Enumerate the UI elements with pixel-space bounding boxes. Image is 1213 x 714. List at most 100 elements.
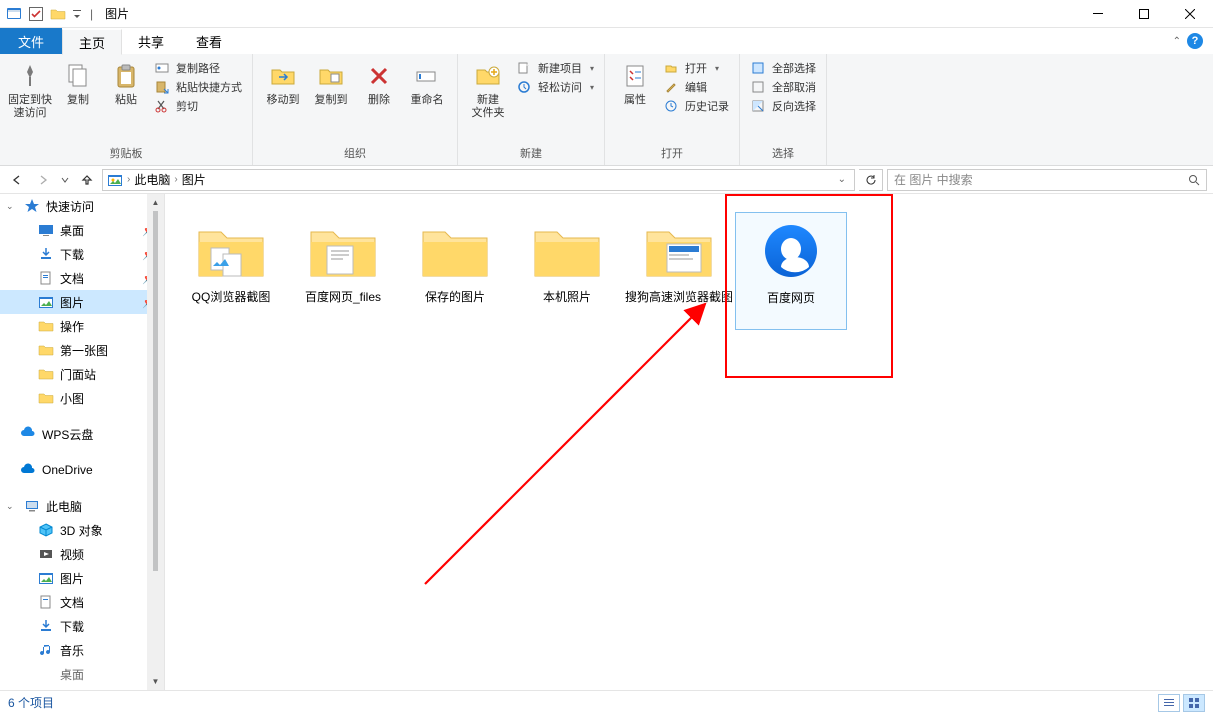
nav-downloads[interactable]: 下载📌 (0, 242, 164, 266)
maximize-button[interactable] (1121, 0, 1167, 28)
folder-icon (191, 218, 271, 288)
select-all-button[interactable]: 全部选择 (750, 60, 816, 76)
ribbon-group-select: 全部选择 全部取消 反向选择 选择 (740, 54, 827, 165)
up-button[interactable] (76, 169, 98, 191)
folder-item[interactable]: 搜狗高速浏览器截图 (623, 212, 735, 330)
copy-button[interactable]: 复制 (54, 58, 102, 109)
easy-access-button[interactable]: 轻松访问▾ (516, 79, 594, 95)
nav-3d-objects[interactable]: 3D 对象 (0, 518, 164, 542)
refresh-button[interactable] (859, 169, 883, 191)
folder-item[interactable]: 保存的图片 (399, 212, 511, 330)
quick-access-toolbar: | 图片 (0, 5, 135, 22)
paste-shortcut-button[interactable]: 粘贴快捷方式 (154, 79, 242, 95)
view-icons-button[interactable] (1183, 694, 1205, 712)
nav-downloads-pc[interactable]: 下载 (0, 614, 164, 638)
nav-desktop-pc[interactable]: 桌面 (0, 662, 164, 686)
folder-icon (303, 218, 383, 288)
tab-file[interactable]: 文件 (0, 28, 62, 54)
ribbon-group-label: 新建 (464, 143, 598, 163)
search-placeholder: 在 图片 中搜索 (894, 171, 973, 188)
folder-icon (527, 218, 607, 288)
folder-item[interactable]: 本机照片 (511, 212, 623, 330)
minimize-button[interactable] (1075, 0, 1121, 28)
nav-folder-xiaotu[interactable]: 小图 (0, 386, 164, 410)
navigation-pane: ⌄ 快速访问 桌面📌 下载📌 文档📌 图片📌 操作 第一张图 门面站 小图 WP… (0, 194, 165, 690)
forward-button[interactable] (32, 169, 54, 191)
ribbon-group-label: 组织 (259, 143, 451, 163)
item-grid: QQ浏览器截图 百度网页_files 保存的图片 本机照片 (175, 212, 1203, 330)
ribbon-group-label: 打开 (611, 143, 733, 163)
view-details-button[interactable] (1158, 694, 1180, 712)
nav-quick-access[interactable]: ⌄ 快速访问 (0, 194, 164, 218)
nav-folder-caozuo[interactable]: 操作 (0, 314, 164, 338)
nav-desktop[interactable]: 桌面📌 (0, 218, 164, 242)
crumb-pictures[interactable]: 图片 (182, 171, 206, 188)
qa-dropdown-icon[interactable] (72, 6, 82, 22)
folder-item[interactable]: QQ浏览器截图 (175, 212, 287, 330)
search-box[interactable]: 在 图片 中搜索 (887, 169, 1207, 191)
open-button[interactable]: 打开▾ (663, 60, 729, 76)
nav-documents-pc[interactable]: 文档 (0, 590, 164, 614)
address-dropdown-icon[interactable]: ⌄ (834, 174, 850, 185)
main-area: ⌄ 快速访问 桌面📌 下载📌 文档📌 图片📌 操作 第一张图 门面站 小图 WP… (0, 194, 1213, 690)
nav-documents[interactable]: 文档📌 (0, 266, 164, 290)
cut-button[interactable]: 剪切 (154, 98, 242, 114)
nav-folder-diyizhangtu[interactable]: 第一张图 (0, 338, 164, 362)
select-none-button[interactable]: 全部取消 (750, 79, 816, 95)
copy-path-button[interactable]: 复制路径 (154, 60, 242, 76)
delete-button[interactable]: 删除 (355, 58, 403, 109)
tab-view[interactable]: 查看 (180, 28, 238, 54)
nav-music[interactable]: 音乐 (0, 638, 164, 662)
properties-button[interactable]: 属性 (611, 58, 659, 109)
new-item-button[interactable]: 新建项目▾ (516, 60, 594, 76)
nav-scrollbar[interactable]: ▲ ▼ (147, 194, 164, 690)
ribbon-group-label: 剪贴板 (6, 143, 246, 163)
history-button[interactable]: 历史记录 (663, 98, 729, 114)
nav-videos[interactable]: 视频 (0, 542, 164, 566)
folder-tab-icon (50, 6, 66, 22)
html-file-item[interactable]: 百度网页 (735, 212, 847, 330)
ribbon-group-label: 选择 (746, 143, 820, 163)
ribbon: 固定到快 速访问 复制 粘贴 复制路径 粘贴快捷方式 剪切 剪贴板 移动到 (0, 54, 1213, 166)
nav-onedrive[interactable]: OneDrive (0, 458, 164, 482)
status-text: 6 个项目 (8, 694, 54, 711)
ribbon-group-open: 属性 打开▾ 编辑 历史记录 打开 (605, 54, 740, 165)
new-folder-button[interactable]: 新建 文件夹 (464, 58, 512, 122)
content-pane[interactable]: QQ浏览器截图 百度网页_files 保存的图片 本机照片 (165, 194, 1213, 690)
rename-button[interactable]: 重命名 (403, 58, 451, 109)
search-icon[interactable] (1188, 174, 1200, 186)
address-bar: › 此电脑 › 图片 ⌄ 在 图片 中搜索 (0, 166, 1213, 194)
ribbon-collapse-icon[interactable]: ⌃ (1173, 36, 1181, 47)
pin-quick-access-button[interactable]: 固定到快 速访问 (6, 58, 54, 122)
crumb-this-pc[interactable]: 此电脑 (134, 171, 170, 188)
qa-checkbox-icon[interactable] (28, 6, 44, 22)
nav-wps[interactable]: WPS云盘 (0, 422, 164, 446)
move-to-button[interactable]: 移动到 (259, 58, 307, 109)
back-button[interactable] (6, 169, 28, 191)
close-button[interactable] (1167, 0, 1213, 28)
breadcrumb-bar[interactable]: › 此电脑 › 图片 ⌄ (102, 169, 855, 191)
folder-item[interactable]: 百度网页_files (287, 212, 399, 330)
help-icon[interactable]: ? (1187, 33, 1203, 49)
edit-button[interactable]: 编辑 (663, 79, 729, 95)
recent-dropdown[interactable] (58, 169, 72, 191)
window-title: 图片 (105, 5, 129, 22)
nav-pictures[interactable]: 图片📌 (0, 290, 164, 314)
tab-home[interactable]: 主页 (62, 29, 122, 55)
tab-share[interactable]: 共享 (122, 28, 180, 54)
copy-to-button[interactable]: 复制到 (307, 58, 355, 109)
qqbrowser-html-icon (751, 219, 831, 289)
ribbon-group-new: 新建 文件夹 新建项目▾ 轻松访问▾ 新建 (458, 54, 605, 165)
ribbon-group-organize: 移动到 复制到 删除 重命名 组织 (253, 54, 458, 165)
invert-selection-button[interactable]: 反向选择 (750, 98, 816, 114)
title-separator: | (90, 7, 93, 21)
nav-folder-menmianzhan[interactable]: 门面站 (0, 362, 164, 386)
ribbon-tabs: 文件 主页 共享 查看 ⌃ ? (0, 28, 1213, 54)
nav-this-pc[interactable]: ⌄此电脑 (0, 494, 164, 518)
title-bar: | 图片 (0, 0, 1213, 28)
folder-icon (415, 218, 495, 288)
paste-button[interactable]: 粘贴 (102, 58, 150, 109)
nav-pictures-pc[interactable]: 图片 (0, 566, 164, 590)
folder-icon (639, 218, 719, 288)
annotation-arrow (415, 284, 735, 594)
